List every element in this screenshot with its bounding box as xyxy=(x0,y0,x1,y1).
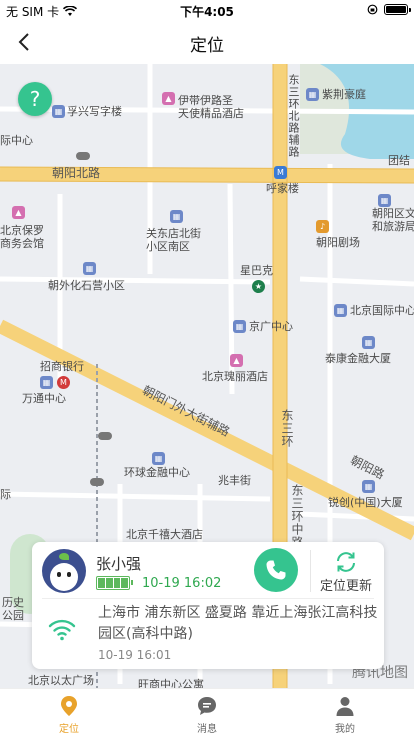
hotel-icon: ▲ xyxy=(230,354,243,367)
tab-label: 定位 xyxy=(59,724,79,735)
refresh-icon[interactable] xyxy=(334,550,358,574)
map-label: 朝外化石营小区 xyxy=(48,279,125,292)
status-time: 下午4:05 xyxy=(180,5,234,19)
building-icon: ▦ xyxy=(152,452,165,465)
map-label: 万通中心 xyxy=(22,392,66,405)
battery-status-icon xyxy=(384,4,411,15)
tab-label: 消息 xyxy=(197,724,217,735)
hotel-icon: ▲ xyxy=(162,92,175,105)
map-label: 招商银行 xyxy=(40,360,84,373)
map-label: 朝阳区文 和旅游局 xyxy=(372,207,414,233)
hotel-icon: ▲ xyxy=(12,206,25,219)
device-info-card: 张小强 10-19 16:02 定位更新 上海市 浦东新区 盛夏路 靠近上海张江… xyxy=(32,542,384,669)
status-bar: 无 SIM 卡 下午4:05 xyxy=(0,0,414,20)
battery-icon xyxy=(96,576,133,590)
avatar[interactable] xyxy=(42,549,86,593)
map-label: 北京瑰丽酒店 xyxy=(202,370,268,383)
status-right xyxy=(367,4,411,15)
road-label: 东三环北路辅路 xyxy=(287,74,300,158)
divider xyxy=(310,550,311,592)
building-icon: ▦ xyxy=(83,262,96,275)
map-label: 伊带伊路圣 天使精品酒店 xyxy=(178,94,244,120)
location-pin-icon xyxy=(61,696,77,716)
tab-location[interactable]: 定位 xyxy=(0,689,138,736)
building-icon: ▦ xyxy=(362,480,375,493)
map-label: 兆丰街 xyxy=(218,474,251,487)
location-address: 上海市 浦东新区 盛夏路 靠近上海张江高科技园区(高科中路) xyxy=(98,605,378,642)
building-icon: ▦ xyxy=(362,336,375,349)
tab-messages[interactable]: 消息 xyxy=(138,689,276,736)
road-label: 朝阳北路 xyxy=(52,166,101,180)
theatre-icon: ♪ xyxy=(316,220,329,233)
map-label: 呼家楼 xyxy=(266,182,299,195)
tab-bar: 定位 消息 我的 xyxy=(0,688,414,736)
building-icon: ▦ xyxy=(52,105,65,118)
map-label: 历史 公园 xyxy=(2,596,24,622)
divider xyxy=(42,598,374,599)
traffic-light-icon xyxy=(90,478,104,486)
map-label: 环球金融中心 xyxy=(124,466,190,479)
person-icon xyxy=(336,697,354,716)
mcdonalds-icon: M xyxy=(57,376,70,389)
starbucks-icon: ★ xyxy=(252,280,265,293)
building-icon: ▦ xyxy=(334,304,347,317)
map-label: 北京以太广场 xyxy=(28,674,94,687)
help-button[interactable]: ? xyxy=(18,82,52,116)
battery-time: 10-19 16:02 xyxy=(142,576,222,591)
traffic-light-icon xyxy=(76,152,90,160)
map-label: 际 xyxy=(0,488,11,501)
map-label: 北京国际中心 xyxy=(350,304,414,317)
map-label: 关东店北街 小区南区 xyxy=(146,227,201,253)
map-label: 星巴克 xyxy=(240,264,273,277)
page-title: 定位 xyxy=(190,36,224,56)
map-label: 团结 xyxy=(388,154,410,167)
metro-icon: M xyxy=(274,166,287,179)
message-icon xyxy=(198,697,216,715)
tab-profile[interactable]: 我的 xyxy=(276,689,414,736)
map-label: 紫荆豪庭 xyxy=(322,88,366,101)
location-time: 10-19 16:01 xyxy=(98,648,172,662)
wifi-icon xyxy=(48,619,76,641)
refresh-location-button[interactable]: 定位更新 xyxy=(317,575,375,594)
building-icon: ▦ xyxy=(233,320,246,333)
map-label: 锐创(中国)大厦 xyxy=(328,496,403,509)
road-label: 东三环中路 xyxy=(290,484,304,549)
call-button[interactable] xyxy=(254,548,298,592)
tab-label: 我的 xyxy=(335,724,355,735)
map-label: 孚兴写字楼 xyxy=(67,105,122,118)
building-icon: ▦ xyxy=(170,210,183,223)
map-label: 际中心 xyxy=(0,134,33,147)
map-label: 京广中心 xyxy=(249,320,293,333)
map-label: 旺商中心公寓 xyxy=(138,678,204,688)
bank-icon: ▦ xyxy=(40,376,53,389)
building-icon: ▦ xyxy=(306,88,319,101)
map-label: 朝阳剧场 xyxy=(316,236,360,249)
map-label: 泰康金融大厦 xyxy=(325,352,391,365)
traffic-light-icon xyxy=(98,432,112,440)
nav-bar: 定位 xyxy=(0,20,414,64)
road-label: 东三环 xyxy=(280,409,294,448)
map-label: 北京千禧大酒店 xyxy=(126,528,203,541)
phone-icon xyxy=(266,560,286,580)
building-icon: ▦ xyxy=(378,194,391,207)
orientation-lock-icon xyxy=(367,4,378,15)
user-name: 张小强 xyxy=(96,555,142,573)
map-label: 北京保罗 商务会馆 xyxy=(0,224,44,250)
